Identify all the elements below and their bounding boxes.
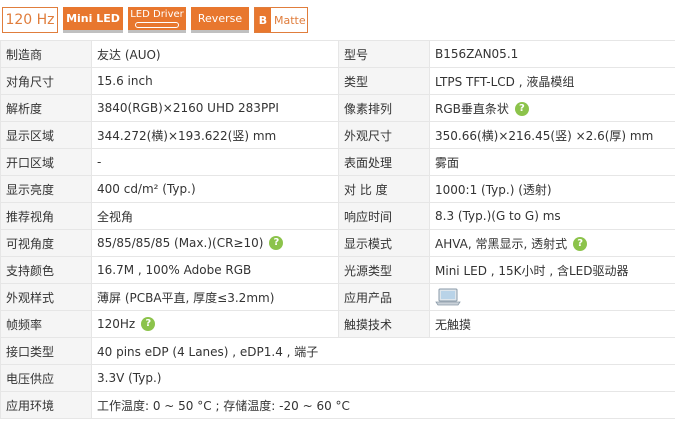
table-row: 开口区域 - 表面处理 雾面	[0, 148, 675, 176]
spec-value: LTPS TFT-LCD , 液晶模组	[429, 67, 675, 95]
spec-value: 400 cd/m² (Typ.)	[91, 175, 339, 203]
badge-reverse: Reverse	[191, 7, 249, 33]
led-driver-icon	[135, 22, 179, 28]
spec-value: 40 pins eDP (4 Lanes) , eDP1.4 , 端子	[91, 337, 675, 365]
table-row: 推荐视角 全视角 响应时间 8.3 (Typ.)(G to G) ms	[0, 202, 675, 230]
feature-badges: 120 Hz Mini LED LED Driver Reverse B Mat…	[0, 0, 675, 40]
spec-label: 对 比 度	[338, 175, 430, 203]
spec-label: 类型	[338, 67, 430, 95]
spec-value-with-help: 85/85/85/85 (Max.)(CR≥10)?	[91, 229, 339, 257]
spec-label: 帧频率	[0, 310, 92, 338]
spec-value: 8.3 (Typ.)(G to G) ms	[429, 202, 675, 230]
spec-label: 制造商	[0, 40, 92, 68]
spec-label: 像素排列	[338, 94, 430, 122]
spec-value: 344.272(横)×193.622(竖) mm	[91, 121, 339, 149]
badge-mini-led: Mini LED	[63, 7, 123, 33]
spec-label: 光源类型	[338, 256, 430, 284]
spec-value: RGB垂直条状	[435, 101, 509, 116]
table-row: 帧频率 120Hz? 触摸技术 无触摸	[0, 310, 675, 338]
spec-label: 应用环境	[0, 391, 92, 419]
table-row: 应用环境 工作温度: 0 ~ 50 °C ; 存储温度: -20 ~ 60 °C	[0, 391, 675, 419]
spec-value: 120Hz	[97, 316, 136, 331]
spec-label: 型号	[338, 40, 430, 68]
spec-value: AHVA, 常黑显示, 透射式	[435, 236, 568, 251]
laptop-icon[interactable]	[435, 288, 461, 306]
spec-label: 显示亮度	[0, 175, 92, 203]
table-row: 制造商 友达 (AUO) 型号 B156ZAN05.1	[0, 40, 675, 68]
table-row: 显示亮度 400 cd/m² (Typ.) 对 比 度 1000:1 (Typ.…	[0, 175, 675, 203]
spec-value: 1000:1 (Typ.) (透射)	[429, 175, 675, 203]
help-icon[interactable]: ?	[514, 102, 529, 116]
help-icon[interactable]: ?	[573, 237, 588, 251]
spec-value: 350.66(横)×216.45(竖) ×2.6(厚) mm	[429, 121, 675, 149]
table-row: 显示区域 344.272(横)×193.622(竖) mm 外观尺寸 350.6…	[0, 121, 675, 149]
spec-value: B156ZAN05.1	[429, 40, 675, 68]
table-row: 对角尺寸 15.6 inch 类型 LTPS TFT-LCD , 液晶模组	[0, 67, 675, 95]
spec-value: 薄屏 (PCBA平直, 厚度≤3.2mm)	[91, 283, 339, 311]
badge-refresh-rate: 120 Hz	[2, 7, 58, 33]
spec-label: 显示模式	[338, 229, 430, 257]
spec-value: 3840(RGB)×2160 UHD 283PPI	[91, 94, 339, 122]
spec-label: 外观尺寸	[338, 121, 430, 149]
spec-table: 制造商 友达 (AUO) 型号 B156ZAN05.1 对角尺寸 15.6 in…	[0, 40, 675, 419]
spec-value: 16.7M , 100% Adobe RGB	[91, 256, 339, 284]
spec-value: Mini LED , 15K小时 , 含LED驱动器	[429, 256, 675, 284]
spec-label: 应用产品	[338, 283, 430, 311]
help-icon[interactable]: ?	[141, 317, 156, 332]
badge-matte-letter: B	[255, 8, 271, 32]
spec-value: -	[91, 148, 339, 176]
table-row: 电压供应 3.3V (Typ.)	[0, 364, 675, 392]
spec-value: 85/85/85/85 (Max.)(CR≥10)	[97, 235, 264, 250]
spec-value: 工作温度: 0 ~ 50 °C ; 存储温度: -20 ~ 60 °C	[91, 391, 675, 419]
spec-label: 显示区域	[0, 121, 92, 149]
badge-matte-label: Matte	[274, 13, 306, 27]
spec-value: 友达 (AUO)	[91, 40, 339, 68]
spec-value-with-help: AHVA, 常黑显示, 透射式?	[429, 229, 675, 257]
spec-label: 表面处理	[338, 148, 430, 176]
table-row: 可视角度 85/85/85/85 (Max.)(CR≥10)? 显示模式 AHV…	[0, 229, 675, 257]
spec-label: 电压供应	[0, 364, 92, 392]
spec-value: 3.3V (Typ.)	[91, 364, 675, 392]
table-row: 支持颜色 16.7M , 100% Adobe RGB 光源类型 Mini LE…	[0, 256, 675, 284]
table-row: 解析度 3840(RGB)×2160 UHD 283PPI 像素排列 RGB垂直…	[0, 94, 675, 122]
spec-label: 开口区域	[0, 148, 92, 176]
spec-label: 推荐视角	[0, 202, 92, 230]
spec-value: 雾面	[429, 148, 675, 176]
spec-label: 支持颜色	[0, 256, 92, 284]
spec-value: 无触摸	[429, 310, 675, 338]
spec-value: 全视角	[91, 202, 339, 230]
badge-matte: B Matte	[254, 7, 308, 33]
spec-label: 触摸技术	[338, 310, 430, 338]
badge-led-driver: LED Driver	[128, 7, 186, 33]
spec-label: 响应时间	[338, 202, 430, 230]
spec-label: 接口类型	[0, 337, 92, 365]
table-row: 外观样式 薄屏 (PCBA平直, 厚度≤3.2mm) 应用产品	[0, 283, 675, 311]
spec-label: 可视角度	[0, 229, 92, 257]
application-product-cell	[429, 283, 675, 311]
spec-label: 解析度	[0, 94, 92, 122]
spec-value-with-help: 120Hz?	[91, 310, 339, 338]
spec-label: 外观样式	[0, 283, 92, 311]
spec-value: 15.6 inch	[91, 67, 339, 95]
spec-label: 对角尺寸	[0, 67, 92, 95]
help-icon[interactable]: ?	[269, 236, 284, 251]
table-row: 接口类型 40 pins eDP (4 Lanes) , eDP1.4 , 端子	[0, 337, 675, 365]
badge-led-driver-label: LED Driver	[130, 9, 184, 20]
spec-value-with-help: RGB垂直条状?	[429, 94, 675, 122]
